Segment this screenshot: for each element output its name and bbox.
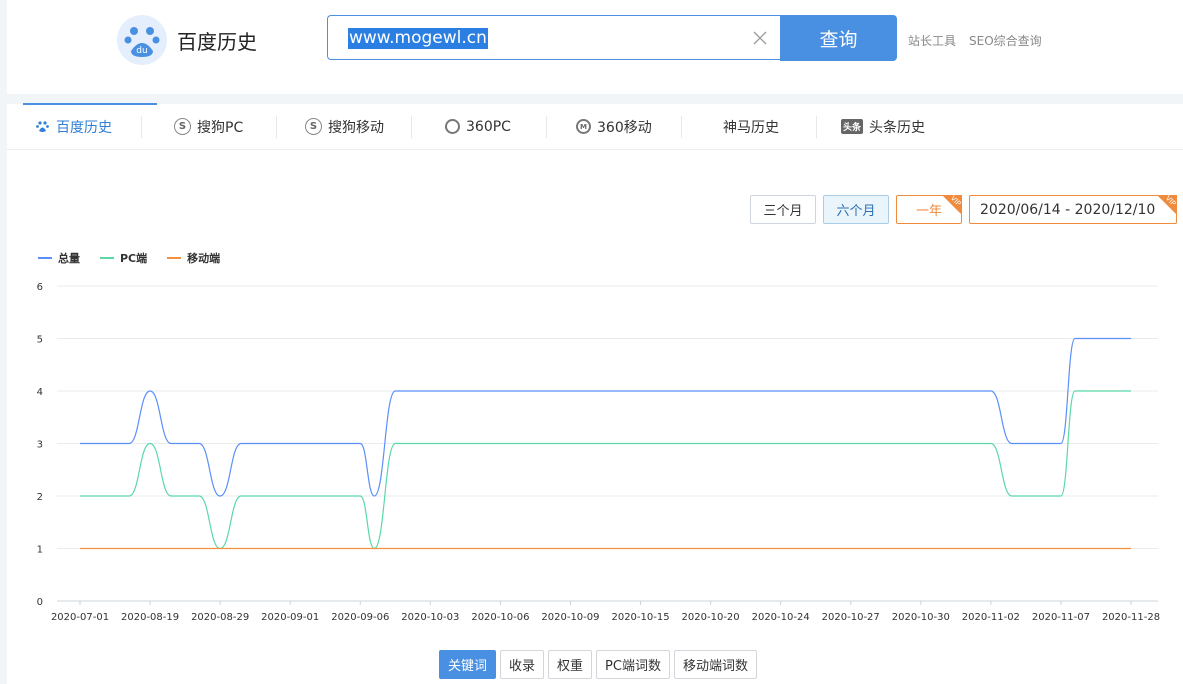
series-line [79,337,1131,497]
x-tick-label: 2020-10-09 [541,612,599,623]
baidu-logo-icon: du [117,15,167,65]
x-tick-label: 2020-07-01 [51,612,109,623]
tab-label: 搜狗PC [197,119,244,136]
metric-pc-words-button[interactable]: PC端词数 [596,650,670,679]
engine-tabs: 百度历史 S 搜狗PC S 搜狗移动 360PC M 360移动 神马历史 头条… [7,103,1183,150]
legend-swatch [167,257,182,259]
tab-label: 头条历史 [869,119,926,136]
x-tick-label: 2020-10-20 [682,612,740,623]
x-tick-label: 2020-11-07 [1032,612,1090,623]
range-label: 六个月 [836,204,876,219]
y-tick-label: 2 [37,492,43,503]
legend-swatch [100,257,114,259]
tab-label: 360PC [466,118,511,135]
tab-sogou-mobile[interactable]: S 搜狗移动 [305,104,384,149]
metric-indexed-button[interactable]: 收录 [500,650,545,679]
search-value: www.mogewl.cn [348,28,488,49]
tab-360-mobile[interactable]: M 360移动 [576,104,652,149]
tab-label: 神马历史 [723,119,779,136]
x-tick-label: 2020-10-30 [892,612,950,623]
search-button[interactable]: 查询 [780,15,897,61]
x-tick-label: 2020-10-27 [822,612,880,623]
logo-title: 百度历史 [177,30,257,54]
range-one-year[interactable]: 一年 VIP [896,194,962,224]
metric-mobile-words-button[interactable]: 移动端词数 [673,650,757,679]
svg-text:du: du [136,46,147,56]
metric-keywords-button[interactable]: 关键词 [439,650,497,679]
y-tick-label: 4 [37,387,43,398]
x-tick-label: 2020-08-29 [191,612,249,623]
x-tick-label: 2020-09-06 [331,612,389,623]
x-tick-label: 2020-11-28 [1102,612,1160,623]
seo-query-link[interactable]: SEO综合查询 [969,32,1042,49]
tab-sogou-pc[interactable]: S 搜狗PC [174,104,243,149]
legend-label: 移动端 [187,252,221,265]
metric-weight-button[interactable]: 权重 [548,650,593,679]
paw-icon [35,119,50,134]
sogou-icon: S [305,118,322,135]
metric-buttons: 关键词 收录 权重 PC端词数 移动端词数 [439,650,757,679]
tab-shenma-history[interactable]: 神马历史 [723,104,779,149]
tab-label: 360移动 [597,119,652,136]
range-label: 一年 [915,204,942,219]
legend-swatch [38,257,52,259]
y-tick-label: 1 [37,545,43,556]
y-tick-label: 0 [37,597,43,608]
x-tick-label: 2020-10-15 [611,612,669,623]
header-bar: du 百度历史 www.mogewl.cn 查询 站长工具 SEO综合查询 [7,0,1183,94]
tab-toutiao-history[interactable]: 头条 头条历史 [841,104,925,149]
legend-item-mobile[interactable]: 移动端 [167,250,220,266]
x-tick-label: 2020-10-06 [471,612,529,623]
x-tick-label: 2020-09-01 [261,612,319,623]
tab-label: 搜狗移动 [328,119,384,136]
tab-label: 百度历史 [56,119,112,136]
legend-item-pc[interactable]: PC端 [100,250,147,266]
range-six-months[interactable]: 六个月 [823,195,889,224]
search-input[interactable]: www.mogewl.cn [327,15,780,60]
y-tick-label: 3 [37,440,43,451]
webmaster-tools-link[interactable]: 站长工具 [908,32,956,49]
x-tick-label: 2020-08-19 [121,612,179,623]
line-chart: 0 1 2 3 4 5 6 2020-07-01 2020-08-19 2020-08-29 202… [37,282,1160,623]
date-range-picker[interactable]: 2020/06/14 - 2020/12/10 VIP [969,194,1177,224]
chart-legend: 总量 PC端 移动端 [38,250,220,266]
clear-icon[interactable] [752,30,768,46]
toutiao-icon: 头条 [841,119,864,134]
tab-360-pc[interactable]: 360PC [445,104,511,149]
range-three-months[interactable]: 三个月 [750,195,816,224]
legend-label: 总量 [58,252,80,265]
x-tick-label: 2020-10-03 [401,612,459,623]
legend-item-total[interactable]: 总量 [38,250,80,266]
range-label: 三个月 [763,204,803,219]
360-mobile-icon: M [576,119,591,134]
legend-label: PC端 [120,252,148,265]
x-tick-label: 2020-10-24 [752,612,810,623]
date-range-value: 2020/06/14 - 2020/12/10 [980,201,1156,218]
y-tick-label: 6 [37,282,43,293]
tab-baidu-history[interactable]: 百度历史 [23,103,157,149]
y-tick-label: 5 [37,335,43,346]
x-tick-label: 2020-11-02 [962,612,1020,623]
series-line [80,390,1131,550]
sogou-icon: S [174,118,191,135]
360-icon [445,119,460,134]
